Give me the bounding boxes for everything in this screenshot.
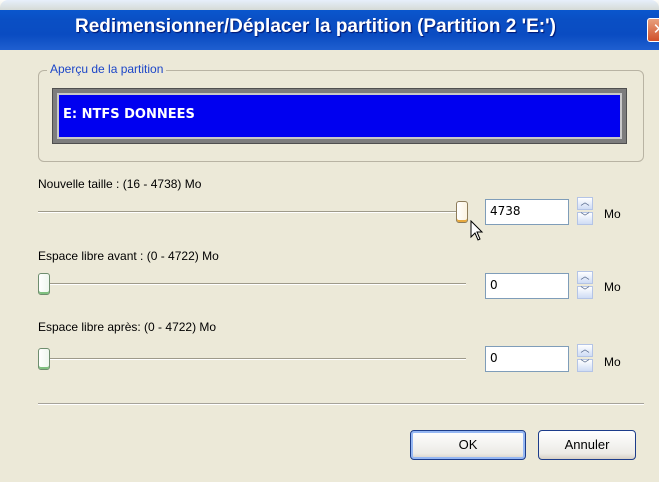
dialog-body: Aperçu de la partition E: NTFS DONNEES N… <box>8 50 659 482</box>
partition-bar: E: NTFS DONNEES <box>57 93 622 139</box>
free-before-input[interactable]: 0 <box>485 273 569 299</box>
free-after-input[interactable]: 0 <box>485 346 569 372</box>
title-bar[interactable]: Redimensionner/Déplacer la partition (Pa… <box>0 0 659 50</box>
new-size-unit: Mo <box>604 207 621 221</box>
close-icon[interactable]: ✕ <box>647 18 659 42</box>
spin-down-icon[interactable]: ﹀ <box>577 286 593 299</box>
spin-up-icon[interactable]: ︿ <box>577 344 593 357</box>
partition-bar-label: E: NTFS DONNEES <box>63 107 195 122</box>
new-size-spinner[interactable]: ︿ ﹀ <box>577 197 593 225</box>
free-before-slider-thumb[interactable] <box>38 273 50 295</box>
partition-preview-group: Aperçu de la partition E: NTFS DONNEES <box>38 62 644 162</box>
mouse-pointer-icon <box>470 220 484 241</box>
free-after-slider-thumb[interactable] <box>38 348 50 370</box>
free-before-unit: Mo <box>604 280 621 294</box>
ok-button[interactable]: OK <box>410 430 526 460</box>
partition-preview-legend: Aperçu de la partition <box>47 62 167 76</box>
free-after-slider-track[interactable] <box>44 358 466 360</box>
spin-up-icon[interactable]: ︿ <box>577 271 593 284</box>
free-before-spinner[interactable]: ︿ ﹀ <box>577 271 593 299</box>
new-size-input[interactable]: 4738 <box>485 199 569 225</box>
partition-preview-frame: E: NTFS DONNEES <box>52 88 627 144</box>
window-title: Redimensionner/Déplacer la partition (Pa… <box>75 16 556 37</box>
free-before-slider-track[interactable] <box>44 283 466 285</box>
free-before-label: Espace libre avant : (0 - 4722) Mo <box>38 249 219 263</box>
separator-line <box>38 403 644 405</box>
spin-down-icon[interactable]: ﹀ <box>577 212 593 225</box>
new-size-slider-thumb[interactable] <box>456 201 468 223</box>
spin-up-icon[interactable]: ︿ <box>577 197 593 210</box>
free-after-label: Espace libre après: (0 - 4722) Mo <box>38 320 217 334</box>
free-after-unit: Mo <box>604 355 621 369</box>
free-after-spinner[interactable]: ︿ ﹀ <box>577 344 593 372</box>
cancel-button[interactable]: Annuler <box>538 430 636 460</box>
new-size-label: Nouvelle taille : (16 - 4738) Mo <box>38 177 202 191</box>
spin-down-icon[interactable]: ﹀ <box>577 359 593 372</box>
dialog-window: Redimensionner/Déplacer la partition (Pa… <box>0 0 659 482</box>
new-size-slider-track[interactable] <box>38 211 468 213</box>
